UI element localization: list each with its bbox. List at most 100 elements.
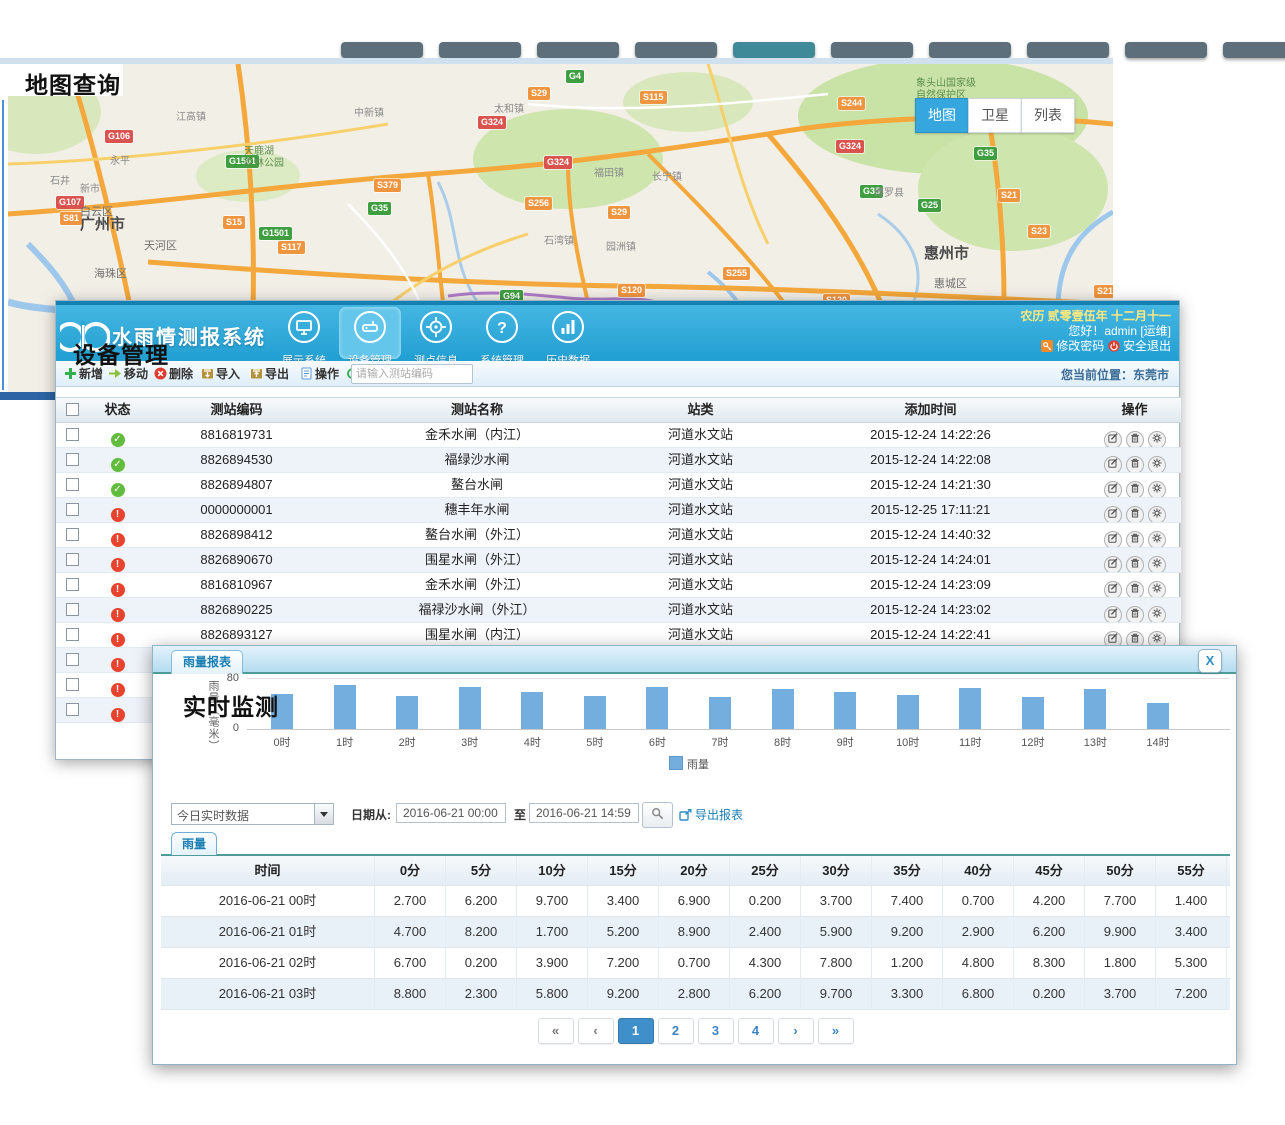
delete-icon[interactable] (1126, 556, 1144, 572)
toolbar-button-操作[interactable]: 操作 (300, 365, 339, 383)
prev-page-button[interactable]: ‹ (578, 1018, 614, 1044)
row-checkbox[interactable] (66, 503, 79, 516)
value-cell: 3.400 (1156, 917, 1227, 947)
settings-icon[interactable] (1148, 606, 1166, 622)
settings-icon[interactable] (1148, 506, 1166, 522)
last-page-button[interactable]: » (818, 1018, 854, 1044)
map-view-button-map[interactable]: 地图 (915, 98, 969, 133)
edit-icon[interactable] (1104, 556, 1122, 572)
delete-icon[interactable] (1126, 606, 1144, 622)
tab-rainfall-report[interactable]: 雨量报表 (171, 650, 243, 674)
station-code-search-input[interactable] (351, 364, 473, 384)
row-checkbox[interactable] (66, 578, 79, 591)
change-password-link[interactable]: 修改密码 (1056, 339, 1104, 353)
operation-cell (1088, 548, 1181, 572)
bar (334, 685, 356, 729)
station-code-cell: 8826894530 (147, 448, 326, 472)
value-cell: 4.300 (730, 948, 801, 978)
map-view-button-satellite[interactable]: 卫星 (968, 98, 1022, 133)
page-button-2[interactable]: 2 (658, 1018, 694, 1044)
edit-icon[interactable] (1104, 606, 1122, 622)
row-checkbox[interactable] (66, 428, 79, 441)
data-range-select[interactable]: 今日实时数据 (171, 803, 334, 825)
road-badge: G106 (105, 130, 133, 143)
top-tab[interactable] (1027, 42, 1109, 58)
row-checkbox[interactable] (66, 528, 79, 541)
nav-item-系统管理[interactable]: ?系统管理 (471, 307, 533, 368)
device-icon (351, 309, 389, 347)
edit-icon[interactable] (1104, 431, 1122, 447)
edit-icon[interactable] (1104, 581, 1122, 597)
top-tab[interactable] (1223, 42, 1285, 58)
road-badge: S379 (374, 179, 401, 192)
edit-icon[interactable] (1104, 506, 1122, 522)
logout-link[interactable]: 安全退出 (1123, 339, 1171, 353)
first-page-button[interactable]: « (538, 1018, 574, 1044)
settings-icon[interactable] (1148, 456, 1166, 472)
value-cell: 3.300 (872, 979, 943, 1009)
toolbar-button-导入[interactable]: 导入 (201, 365, 240, 383)
edit-icon[interactable] (1104, 481, 1122, 497)
bar (897, 695, 919, 729)
status-cell: ! (88, 623, 147, 647)
row-checkbox[interactable] (66, 478, 79, 491)
help-icon: ? (483, 309, 521, 347)
nav-item-历史数据[interactable]: 历史数据 (537, 307, 599, 368)
delete-icon[interactable] (1126, 531, 1144, 547)
settings-icon[interactable] (1148, 531, 1166, 547)
toolbar-button-label: 操作 (315, 367, 339, 381)
close-icon[interactable]: X (1198, 649, 1222, 673)
settings-icon[interactable] (1148, 431, 1166, 447)
edit-icon[interactable] (1104, 531, 1122, 547)
road-badge: G35 (368, 202, 391, 215)
top-tab[interactable] (635, 42, 717, 58)
value-cell: 6.900 (659, 886, 730, 916)
top-tab[interactable] (929, 42, 1011, 58)
edit-icon[interactable] (1104, 456, 1122, 472)
page-button-3[interactable]: 3 (698, 1018, 734, 1044)
delete-icon[interactable] (1126, 481, 1144, 497)
row-checkbox[interactable] (66, 703, 79, 716)
nav-item-设备管理[interactable]: 设备管理 (339, 307, 401, 359)
station-name-cell: 福禄沙水闸（外江） (326, 598, 628, 622)
value-cell: 4.800 (943, 948, 1014, 978)
y-tick-80: 80 (215, 672, 239, 684)
top-tab[interactable] (341, 42, 423, 58)
delete-icon[interactable] (1126, 456, 1144, 472)
row-checkbox[interactable] (66, 628, 79, 641)
select-all-checkbox[interactable] (66, 403, 79, 416)
row-checkbox[interactable] (66, 678, 79, 691)
top-tab[interactable] (1125, 42, 1207, 58)
settings-icon[interactable] (1148, 556, 1166, 572)
settings-icon[interactable] (1148, 581, 1166, 597)
tab-rainfall[interactable]: 雨量 (171, 832, 217, 855)
value-cell: 6.200 (730, 979, 801, 1009)
next-page-button[interactable]: › (778, 1018, 814, 1044)
nav-item-展示系统[interactable]: 展示系统 (273, 307, 335, 368)
page-button-4[interactable]: 4 (738, 1018, 774, 1044)
svg-text:?: ? (497, 320, 507, 337)
top-tab[interactable] (831, 42, 913, 58)
row-checkbox[interactable] (66, 603, 79, 616)
top-tab[interactable] (439, 42, 521, 58)
top-tab[interactable] (733, 42, 815, 58)
settings-icon[interactable] (1148, 481, 1166, 497)
row-checkbox[interactable] (66, 453, 79, 466)
export-report-link[interactable]: 导出报表 (679, 806, 743, 823)
nav-item-测点信息[interactable]: 测点信息 (405, 307, 467, 368)
row-checkbox[interactable] (66, 653, 79, 666)
delete-icon[interactable] (1126, 431, 1144, 447)
place-label: 石井 (50, 176, 70, 188)
date-from-input[interactable] (396, 803, 506, 823)
select-arrow-button[interactable] (314, 804, 333, 824)
delete-icon[interactable] (1126, 581, 1144, 597)
row-checkbox[interactable] (66, 553, 79, 566)
history-icon (549, 309, 587, 347)
delete-icon[interactable] (1126, 506, 1144, 522)
query-button[interactable] (642, 802, 673, 828)
page-button-1[interactable]: 1 (618, 1018, 654, 1044)
top-tab[interactable] (537, 42, 619, 58)
map-view-button-list[interactable]: 列表 (1021, 98, 1075, 133)
toolbar-button-导出[interactable]: 导出 (250, 365, 289, 383)
date-to-input[interactable] (529, 803, 639, 823)
